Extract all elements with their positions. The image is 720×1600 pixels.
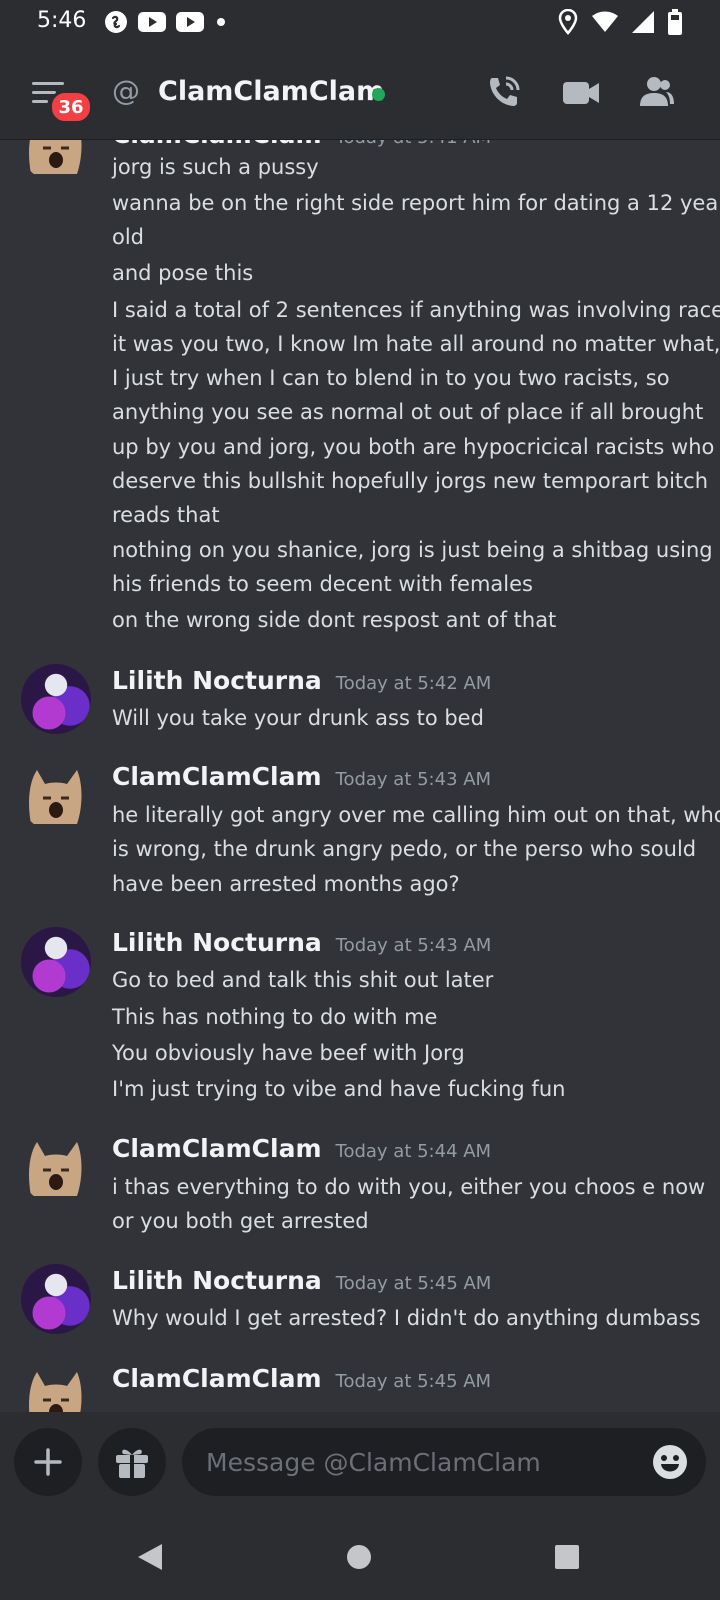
add-attachment-button[interactable] bbox=[14, 1428, 82, 1496]
message-line: it was you two, I know Im hate all aroun… bbox=[112, 332, 720, 356]
avatar[interactable] bbox=[21, 1364, 91, 1412]
message-line: deserve this bullshit hopefully jorgs ne… bbox=[112, 469, 709, 493]
message-author[interactable]: ClamClamClamToday at 5:41 AM bbox=[112, 140, 491, 149]
cat-avatar-image bbox=[29, 770, 82, 824]
channel-title: ClamClamClam bbox=[158, 76, 385, 107]
message-line: have been arrested months ago? bbox=[112, 872, 460, 896]
message-timestamp: Today at 5:45 AM bbox=[335, 1273, 492, 1294]
home-icon[interactable] bbox=[346, 1544, 372, 1570]
message-line: his friends to seem decent with females bbox=[112, 572, 533, 596]
message-author[interactable]: ClamClamClam Today at 5:43 AM bbox=[112, 762, 491, 791]
message-composer: Message @ClamClamClam bbox=[0, 1412, 720, 1510]
message-timestamp: Today at 5:45 AM bbox=[335, 1371, 492, 1392]
avatar[interactable] bbox=[21, 927, 91, 997]
message-author[interactable]: ClamClamClam Today at 5:44 AM bbox=[112, 1134, 491, 1163]
status-time: 5:46 bbox=[37, 8, 87, 33]
message-line: he literally got angry over me calling h… bbox=[112, 803, 720, 827]
plus-icon bbox=[34, 1448, 62, 1476]
channel-header: 36 @ ClamClamClam bbox=[0, 46, 720, 140]
avatar[interactable] bbox=[21, 140, 91, 182]
signal-icon bbox=[632, 11, 654, 33]
avatar[interactable] bbox=[21, 762, 91, 832]
message-list[interactable]: ClamClamClamToday at 5:41 AM jorg is suc… bbox=[0, 140, 720, 1412]
notification-icons bbox=[104, 10, 228, 34]
message-line: I just try when I can to blend in to you… bbox=[112, 366, 670, 390]
system-icons bbox=[558, 9, 682, 35]
message-line: reads that bbox=[112, 503, 220, 527]
status-bar: 5:46 bbox=[0, 0, 720, 46]
at-icon: @ bbox=[112, 74, 140, 107]
message-line: up by you and jorg, you both are hypocri… bbox=[112, 435, 715, 459]
avatar[interactable] bbox=[21, 1134, 91, 1204]
message-line: old bbox=[112, 225, 145, 249]
message-line: I said a total of 2 sentences if anythin… bbox=[112, 298, 720, 322]
message-line: nothing on you shanice, jorg is just bei… bbox=[112, 538, 713, 562]
message-line: I'm just trying to vibe and have fucking… bbox=[112, 1077, 566, 1101]
message-timestamp: Today at 5:41 AM bbox=[336, 140, 492, 148]
message-line: jorg is such a pussy bbox=[112, 155, 319, 179]
cat-avatar-image bbox=[29, 1372, 82, 1412]
cat-avatar-image bbox=[29, 140, 82, 174]
shazam-icon bbox=[105, 11, 127, 33]
message-input-placeholder: Message @ClamClamClam bbox=[206, 1447, 541, 1477]
message-timestamp: Today at 5:43 AM bbox=[335, 769, 492, 790]
message-timestamp: Today at 5:44 AM bbox=[335, 1141, 492, 1162]
online-status-dot bbox=[372, 88, 385, 101]
message-line: Why would I get arrested? I didn't do an… bbox=[112, 1306, 701, 1330]
message-line: on the wrong side dont respost ant of th… bbox=[112, 608, 557, 632]
message-line: Go to bed and talk this shit out later bbox=[112, 968, 494, 992]
avatar[interactable] bbox=[21, 1264, 91, 1334]
youtube-icon-2 bbox=[176, 12, 204, 32]
gift-icon bbox=[116, 1449, 148, 1478]
message-line: anything you see as normal ot out of pla… bbox=[112, 400, 704, 424]
message-author[interactable]: Lilith Nocturna Today at 5:43 AM bbox=[112, 928, 491, 957]
message-line: is wrong, the drunk angry pedo, or the p… bbox=[112, 837, 697, 861]
location-icon bbox=[558, 9, 578, 35]
emoji-icon[interactable] bbox=[652, 1444, 688, 1480]
gift-button[interactable] bbox=[98, 1428, 166, 1496]
recents-icon[interactable] bbox=[554, 1544, 580, 1570]
message-author[interactable]: Lilith Nocturna Today at 5:45 AM bbox=[112, 1266, 491, 1295]
battery-icon bbox=[668, 9, 682, 35]
message-line: This has nothing to do with me bbox=[112, 1005, 438, 1029]
unread-badge: 36 bbox=[49, 90, 93, 124]
system-nav-bar bbox=[0, 1510, 720, 1600]
dot-icon bbox=[217, 18, 225, 26]
youtube-icon bbox=[138, 12, 166, 32]
cat-avatar-image bbox=[29, 1142, 82, 1196]
back-icon[interactable] bbox=[136, 1542, 164, 1572]
voice-call-icon[interactable] bbox=[484, 72, 524, 112]
members-icon[interactable] bbox=[636, 72, 676, 112]
message-line: or you both get arrested bbox=[112, 1209, 369, 1233]
message-line: Will you take your drunk ass to bed bbox=[112, 706, 484, 730]
message-input[interactable]: Message @ClamClamClam bbox=[182, 1428, 706, 1496]
message-line: and pose this bbox=[112, 261, 254, 285]
message-timestamp: Today at 5:43 AM bbox=[335, 935, 492, 956]
message-line: i thas everything to do with you, either… bbox=[112, 1175, 706, 1199]
wifi-icon bbox=[592, 11, 618, 32]
message-timestamp: Today at 5:42 AM bbox=[335, 673, 492, 694]
message-line: You obviously have beef with Jorg bbox=[112, 1041, 465, 1065]
avatar[interactable] bbox=[21, 664, 91, 734]
message-author[interactable]: ClamClamClam Today at 5:45 AM bbox=[112, 1364, 491, 1393]
message-line: wanna be on the right side report him fo… bbox=[112, 191, 720, 215]
message-author[interactable]: Lilith Nocturna Today at 5:42 AM bbox=[112, 666, 491, 695]
video-call-icon[interactable] bbox=[561, 72, 601, 112]
